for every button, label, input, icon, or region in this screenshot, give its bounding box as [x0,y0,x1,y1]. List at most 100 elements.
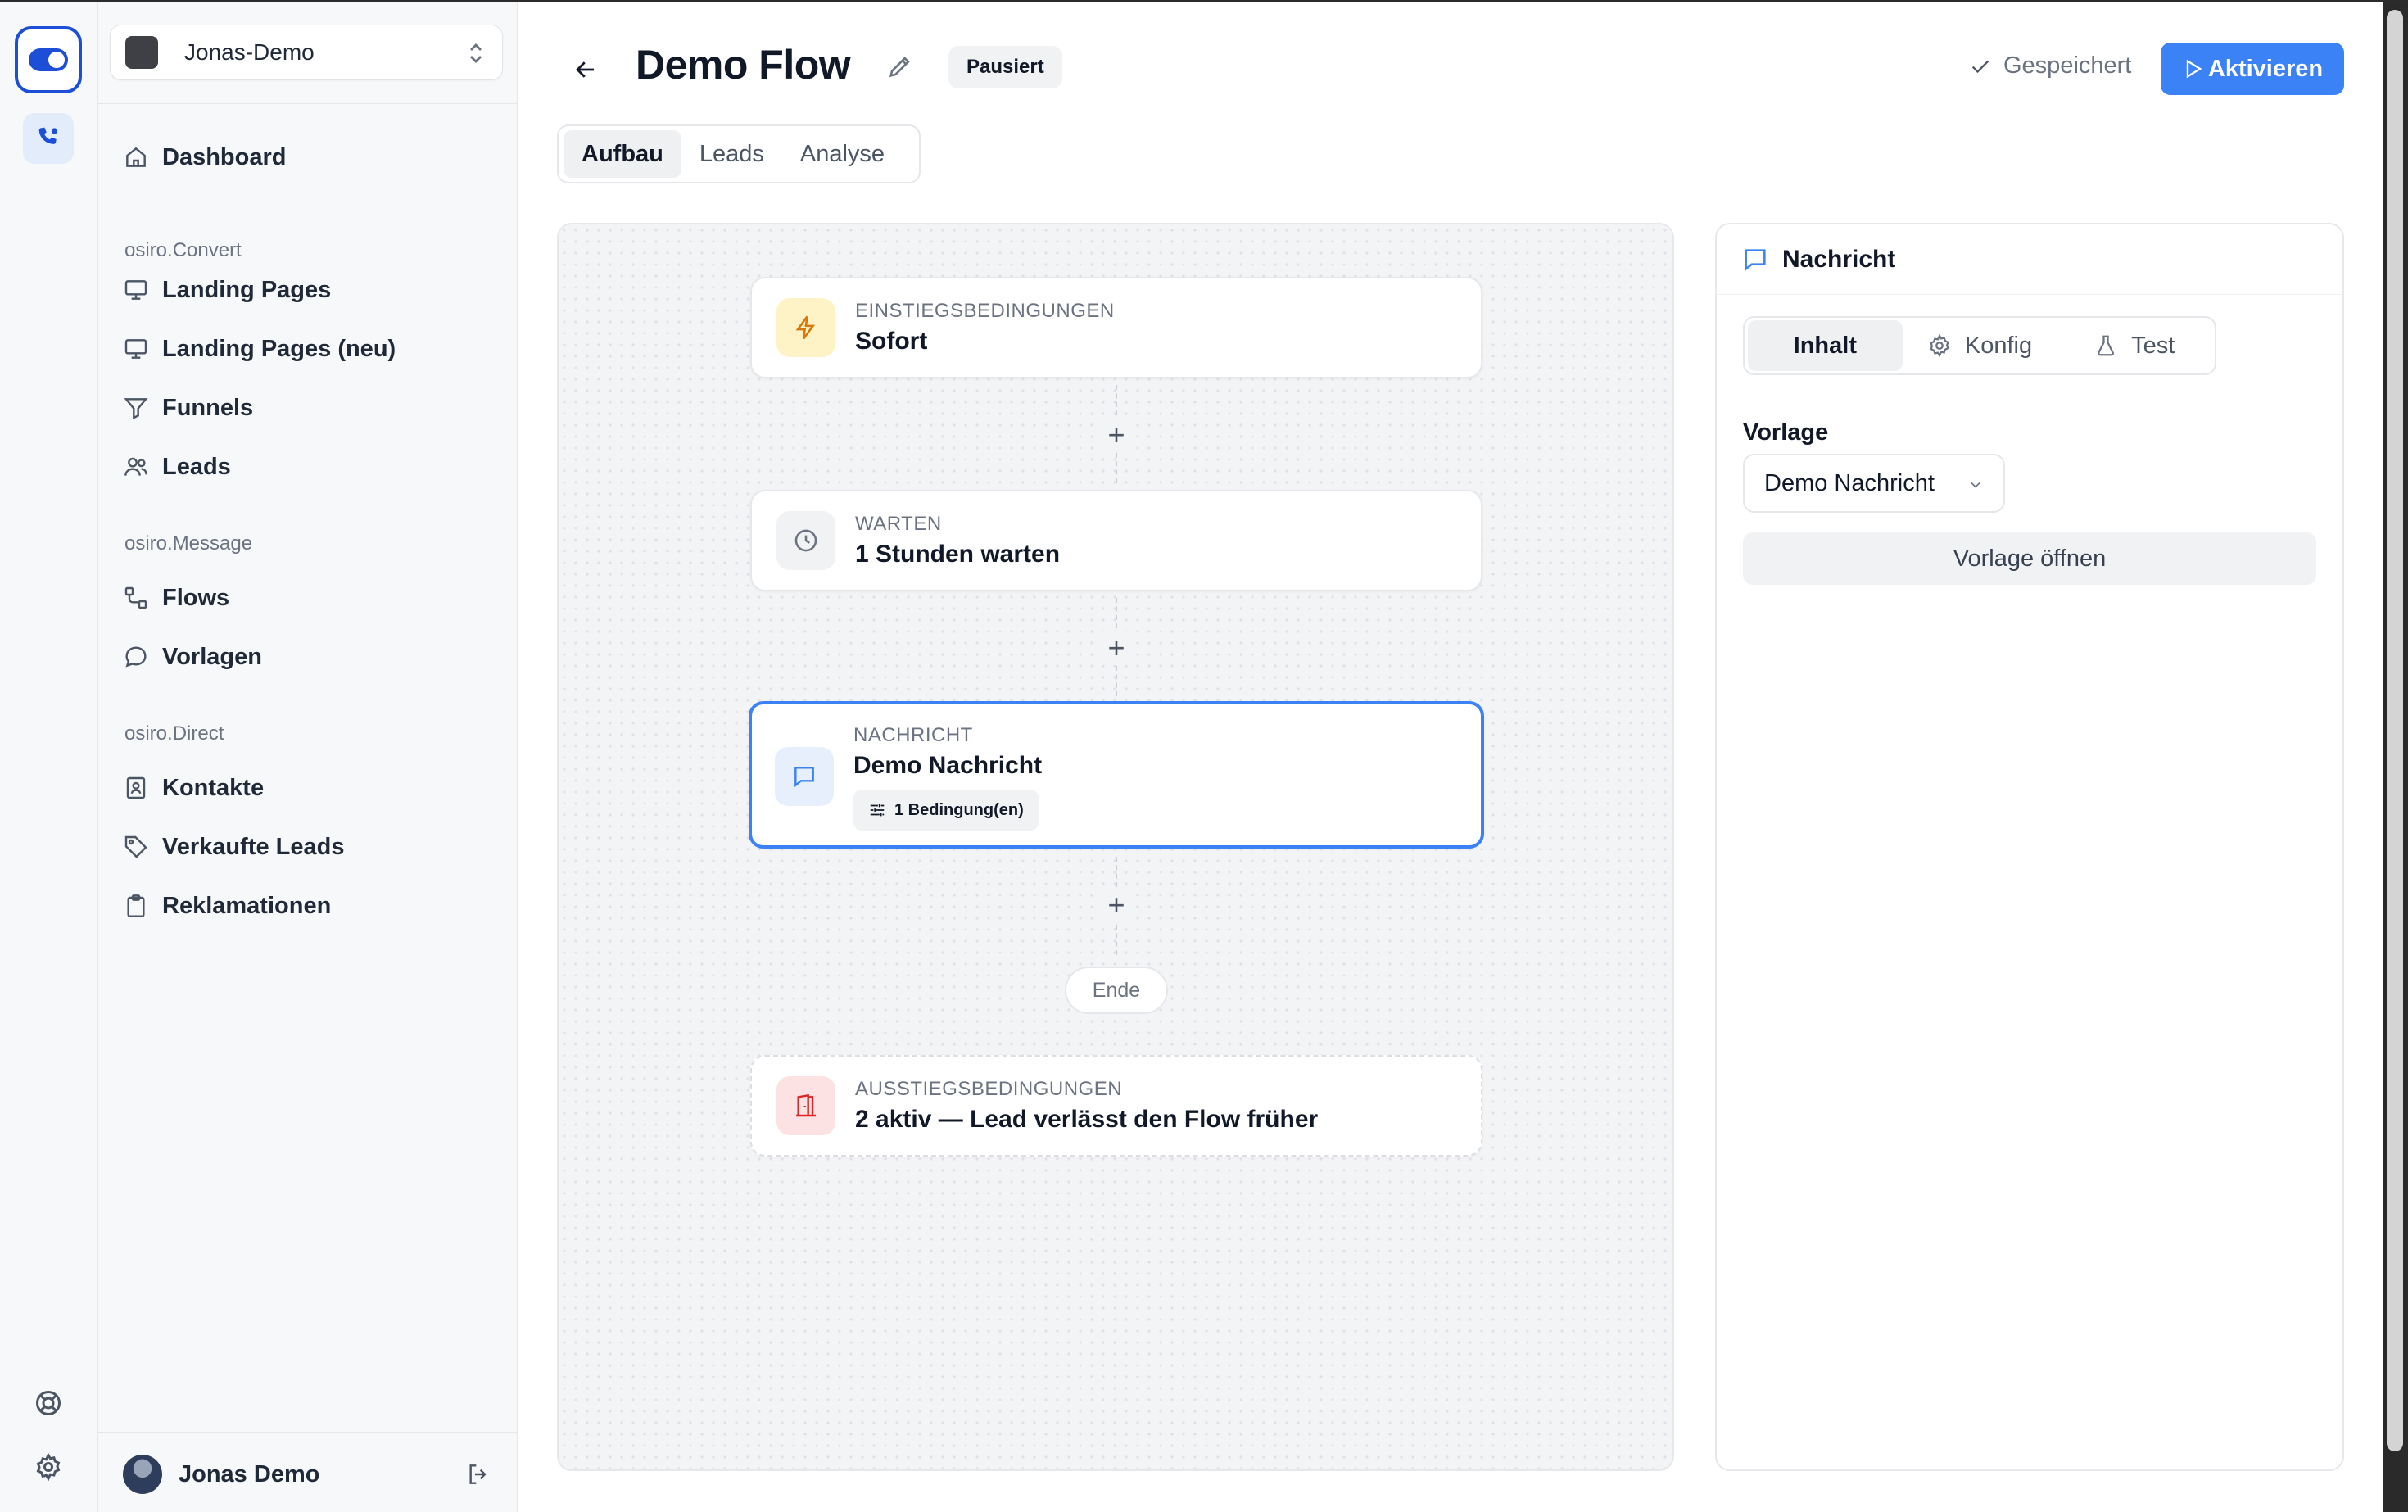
gear-icon [1930,333,1949,358]
template-select-value: Demo Nachricht [1764,469,1935,496]
message-square-icon [794,767,814,788]
flow-icon [124,586,147,609]
panel-tabs: Inhalt Konfig Test [1743,316,2216,375]
add-step-button[interactable]: + [1099,418,1134,452]
sidebar-item-leads[interactable]: Leads [123,444,500,490]
monitor-icon [124,339,147,359]
app-logo-button[interactable] [15,26,82,93]
check-icon [1971,60,1989,73]
sidebar-item-label: Reklamationen [162,892,332,919]
status-badge: Pausiert [948,46,1062,88]
toggle-logo-icon [29,48,68,71]
sidebar-item-verkaufte-leads[interactable]: Verkaufte Leads [123,824,500,870]
sidebar-item-funnels[interactable]: Funnels [123,385,500,431]
node-type-label: AUSSTIEGSBEDINGUNGEN [855,1078,1123,1100]
play-icon [2186,59,2202,79]
clipboard-icon [127,894,145,917]
tab-analyse[interactable]: Analyse [782,130,903,178]
filter-icon [124,398,148,419]
flask-icon [2098,335,2115,356]
add-step-button[interactable]: + [1099,631,1134,665]
template-field-label: Vorlage [1743,419,1829,446]
conditions-badge[interactable]: 1 Bedingung(en) [853,790,1039,831]
sidebar-item-label: Flows [162,584,230,611]
clock-icon [794,529,817,552]
conditions-label: 1 Bedingung(en) [894,800,1024,819]
lifebuoy-icon [36,1391,61,1415]
help-button[interactable] [23,1378,74,1428]
gear-icon [36,1452,61,1482]
tab-test[interactable]: Test [2057,320,2211,371]
sidebar-item-label: Kontakte [162,774,265,801]
save-status: Gespeichert [1969,52,2131,79]
tag-icon [124,835,147,858]
message-square-icon [1745,248,1766,271]
template-select[interactable]: Demo Nachricht [1743,454,2005,513]
sidebar-item-label: Dashboard [162,143,287,170]
save-status-label: Gespeichert [2003,52,2132,79]
divider [98,103,518,104]
tab-konfig[interactable]: Konfig [1903,320,2057,371]
tab-label: Konfig [1964,332,2033,359]
activate-button[interactable]: Aktivieren [2161,43,2344,95]
exit-icon-box [776,1076,835,1135]
phone-icon [38,127,58,144]
sidebar-item-landing-pages-neu[interactable]: Landing Pages (neu) [123,326,500,372]
tab-leads[interactable]: Leads [681,130,782,178]
chevron-updown-icon [470,43,482,63]
sidebar-item-landing-pages[interactable]: Landing Pages [123,267,500,313]
sidebar-item-flows[interactable]: Flows [123,575,500,621]
tab-inhalt[interactable]: Inhalt [1748,320,1903,371]
sidebar-item-kontakte[interactable]: Kontakte [123,765,500,811]
flow-node-wait[interactable]: WARTEN 1 Stunden warten [750,490,1482,591]
scrollbar-thumb[interactable] [2387,10,2403,1451]
lightning-icon [795,315,816,340]
workspace-name: Jonas-Demo [184,39,315,65]
home-icon [126,147,146,167]
section-title-convert: osiro.Convert [124,239,242,261]
page-title: Demo Flow [636,42,851,88]
message-icon-box [775,747,834,806]
sidebar: Jonas-Demo Dashboard osiro.Convert Landi… [98,2,518,1512]
sidebar-item-vorlagen[interactable]: Vorlagen [123,634,500,680]
sliders-icon [870,804,885,817]
user-menu[interactable]: Jonas Demo [123,1451,500,1497]
flow-end-marker: Ende [1065,967,1168,1014]
node-title: Demo Nachricht [853,752,1043,779]
sidebar-item-reklamationen[interactable]: Reklamationen [123,883,500,929]
workspace-selector[interactable]: Jonas-Demo [110,25,503,80]
logout-icon[interactable] [465,1461,491,1487]
sidebar-item-dashboard[interactable]: Dashboard [123,134,500,180]
arrow-left-icon [576,61,594,78]
flow-node-entry[interactable]: EINSTIEGSBEDINGUNGEN Sofort [750,277,1482,378]
add-step-button[interactable]: + [1099,888,1134,922]
contact-book-icon [126,776,146,799]
phone-app-button[interactable] [23,113,74,164]
section-title-message: osiro.Message [124,532,253,555]
tab-label: Test [2131,332,2175,359]
node-type-label: EINSTIEGSBEDINGUNGEN [855,300,1115,322]
back-button[interactable] [565,49,606,90]
users-icon [124,457,147,476]
sidebar-item-label: Landing Pages (neu) [162,335,396,362]
open-template-button[interactable]: Vorlage öffnen [1743,532,2316,585]
flow-node-message[interactable]: NACHRICHT Demo Nachricht 1 Bedingung(en) [749,701,1484,849]
workspace-avatar [125,36,158,69]
chat-bubble-icon [125,646,147,668]
tab-aufbau[interactable]: Aufbau [564,130,681,178]
node-detail-panel: Nachricht Inhalt Konfig Test Vorlage Dem… [1715,223,2344,1471]
activate-label: Aktivieren [2207,55,2324,82]
door-exit-icon [796,1093,816,1117]
app-rail [0,2,98,1512]
divider [98,1432,518,1433]
panel-title: Nachricht [1782,245,1896,273]
sidebar-item-label: Funnels [162,394,254,421]
node-type-label: NACHRICHT [853,724,973,746]
scrollbar[interactable] [2383,2,2408,1512]
panel-header: Nachricht [1717,224,2342,295]
pencil-icon[interactable] [886,52,914,80]
view-tabs: Aufbau Leads Analyse [557,124,921,183]
settings-button[interactable] [23,1442,74,1492]
monitor-icon [124,280,147,300]
flow-node-exit[interactable]: AUSSTIEGSBEDINGUNGEN 2 aktiv — Lead verl… [750,1055,1482,1157]
